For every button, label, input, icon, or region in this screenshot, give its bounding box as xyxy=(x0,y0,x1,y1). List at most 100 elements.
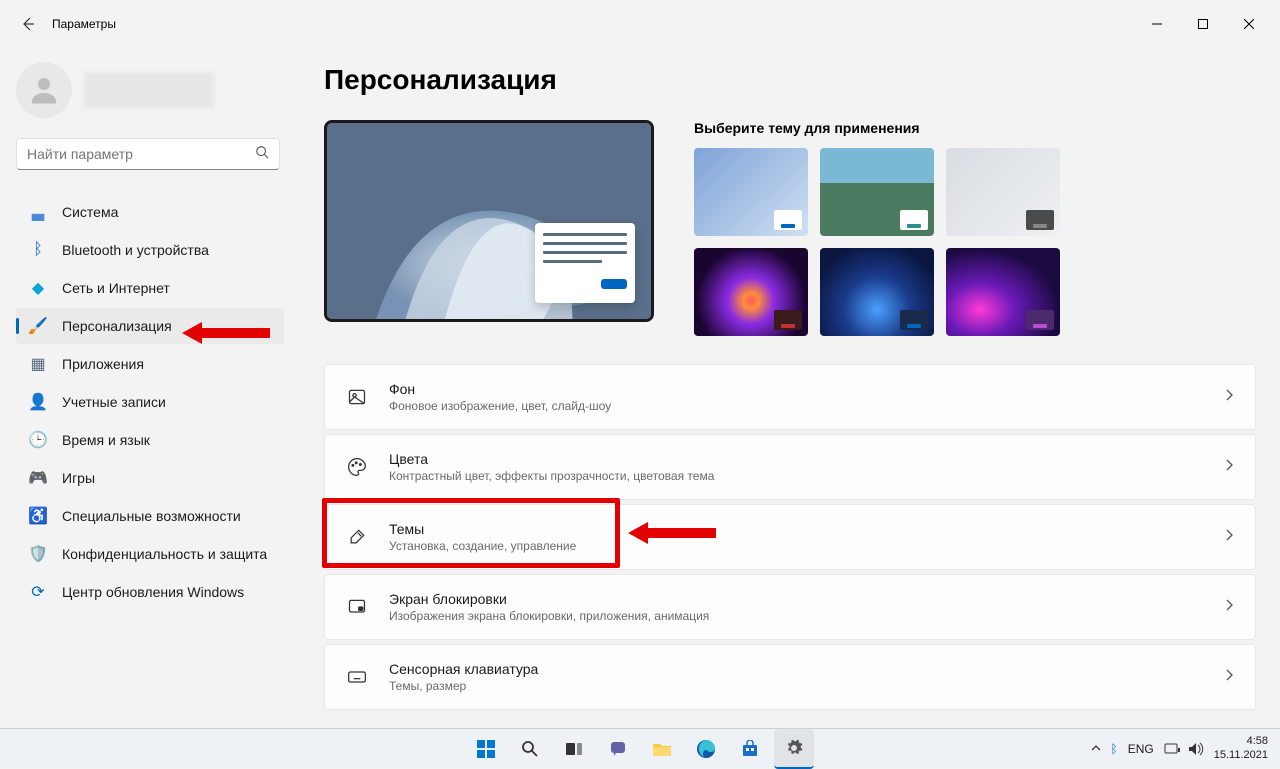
network-icon xyxy=(1164,742,1180,756)
setting-themes[interactable]: Темы Установка, создание, управление xyxy=(324,504,1256,570)
nav-label: Конфиденциальность и защита xyxy=(62,546,267,562)
nav-bluetooth[interactable]: ᛒ Bluetooth и устройства xyxy=(16,232,284,268)
taskbar-settings[interactable] xyxy=(774,729,814,769)
display-icon: ▃ xyxy=(28,202,48,222)
image-icon xyxy=(345,385,369,409)
desktop-preview[interactable] xyxy=(324,120,654,322)
keyboard-icon xyxy=(345,665,369,689)
paintbrush-icon: 🖌️ xyxy=(28,316,48,336)
window-title: Параметры xyxy=(52,17,116,31)
nav-network[interactable]: ◆ Сеть и Интернет xyxy=(16,270,284,306)
nav-label: Сеть и Интернет xyxy=(62,280,170,296)
chevron-right-icon xyxy=(1223,458,1235,476)
palette-icon xyxy=(345,455,369,479)
setting-background[interactable]: Фон Фоновое изображение, цвет, слайд-шоу xyxy=(324,364,1256,430)
nav-label: Время и язык xyxy=(62,432,150,448)
page-title: Персонализация xyxy=(324,64,1256,96)
taskbar-explorer[interactable] xyxy=(642,729,682,769)
start-button[interactable] xyxy=(466,729,506,769)
main-content: Персонализация Выберите тему для примене… xyxy=(300,48,1280,728)
theme-thumb-2[interactable] xyxy=(820,148,934,236)
nav-personalization[interactable]: 🖌️ Персонализация xyxy=(16,308,284,344)
back-button[interactable] xyxy=(8,4,48,44)
nav-system[interactable]: ▃ Система xyxy=(16,194,284,230)
close-button[interactable] xyxy=(1226,8,1272,40)
setting-title: Цвета xyxy=(389,451,1223,467)
person-icon: 👤 xyxy=(28,392,48,412)
nav-label: Специальные возможности xyxy=(62,508,241,524)
setting-sub: Фоновое изображение, цвет, слайд-шоу xyxy=(389,399,1223,413)
nav-label: Приложения xyxy=(62,356,144,372)
theme-thumb-5[interactable] xyxy=(820,248,934,336)
clock-globe-icon: 🕒 xyxy=(28,430,48,450)
preview-window xyxy=(535,223,635,303)
volume-icon xyxy=(1188,742,1204,756)
setting-sub: Изображения экрана блокировки, приложени… xyxy=(389,609,1223,623)
search-input[interactable] xyxy=(27,146,255,162)
nav-list: ▃ Система ᛒ Bluetooth и устройства ◆ Сеть и… xyxy=(16,194,300,610)
tray-overflow[interactable] xyxy=(1091,742,1101,756)
nav-time-language[interactable]: 🕒 Время и язык xyxy=(16,422,284,458)
maximize-button[interactable] xyxy=(1180,8,1226,40)
theme-thumb-1[interactable] xyxy=(694,148,808,236)
nav-label: Игры xyxy=(62,470,95,486)
taskbar-taskview[interactable] xyxy=(554,729,594,769)
wifi-icon: ◆ xyxy=(28,278,48,298)
nav-label: Bluetooth и устройства xyxy=(62,242,209,258)
theme-grid xyxy=(694,148,1060,336)
setting-sub: Установка, создание, управление xyxy=(389,539,1223,553)
tray-language[interactable]: ENG xyxy=(1128,742,1154,756)
setting-sub: Контрастный цвет, эффекты прозрачности, … xyxy=(389,469,1223,483)
nav-windows-update[interactable]: ⟳ Центр обновления Windows xyxy=(16,574,284,610)
accessibility-icon: ♿ xyxy=(28,506,48,526)
setting-title: Темы xyxy=(389,521,1223,537)
nav-accounts[interactable]: 👤 Учетные записи xyxy=(16,384,284,420)
nav-privacy[interactable]: 🛡️ Конфиденциальность и защита xyxy=(16,536,284,572)
chevron-right-icon xyxy=(1223,388,1235,406)
theme-thumb-4[interactable] xyxy=(694,248,808,336)
setting-title: Фон xyxy=(389,381,1223,397)
nav-label: Система xyxy=(62,204,118,220)
lockscreen-icon xyxy=(345,595,369,619)
setting-title: Сенсорная клавиатура xyxy=(389,661,1223,677)
update-icon: ⟳ xyxy=(28,582,48,602)
chevron-right-icon xyxy=(1223,528,1235,546)
taskbar-center xyxy=(466,729,814,769)
search-box[interactable] xyxy=(16,138,280,170)
person-icon xyxy=(26,72,62,108)
taskbar-edge[interactable] xyxy=(686,729,726,769)
avatar xyxy=(16,62,72,118)
setting-title: Экран блокировки xyxy=(389,591,1223,607)
taskbar-chat[interactable] xyxy=(598,729,638,769)
nav-label: Центр обновления Windows xyxy=(62,584,244,600)
gamepad-icon: 🎮 xyxy=(28,468,48,488)
brush-icon xyxy=(345,525,369,549)
chevron-right-icon xyxy=(1223,598,1235,616)
nav-gaming[interactable]: 🎮 Игры xyxy=(16,460,284,496)
setting-touch-keyboard[interactable]: Сенсорная клавиатураТемы, размер xyxy=(324,644,1256,710)
arrow-left-icon xyxy=(20,16,36,32)
taskbar-store[interactable] xyxy=(730,729,770,769)
user-info-redacted xyxy=(84,72,214,108)
taskbar-search[interactable] xyxy=(510,729,550,769)
setting-colors[interactable]: Цвета Контрастный цвет, эффекты прозрачно… xyxy=(324,434,1256,500)
nav-label: Персонализация xyxy=(62,318,172,334)
theme-thumb-6[interactable] xyxy=(946,248,1060,336)
tray-date: 15.11.2021 xyxy=(1214,749,1268,762)
user-account-block[interactable] xyxy=(16,62,300,118)
nav-accessibility[interactable]: ♿ Специальные возможности xyxy=(16,498,284,534)
tray-clock[interactable]: 4:58 15.11.2021 xyxy=(1214,735,1268,761)
nav-label: Учетные записи xyxy=(62,394,166,410)
tray-network-volume[interactable] xyxy=(1164,742,1204,756)
titlebar: Параметры xyxy=(0,0,1280,48)
settings-list: ФонФоновое изображение, цвет, слайд-шоу … xyxy=(324,364,1256,710)
theme-thumb-3[interactable] xyxy=(946,148,1060,236)
search-icon xyxy=(255,145,269,164)
shield-icon: 🛡️ xyxy=(28,544,48,564)
grid-icon: ▦ xyxy=(28,354,48,374)
setting-lockscreen[interactable]: Экран блокировки Изображения экрана блоки… xyxy=(324,574,1256,640)
minimize-button[interactable] xyxy=(1134,8,1180,40)
tray-bluetooth-icon[interactable]: ᛒ xyxy=(1111,742,1118,756)
nav-apps[interactable]: ▦ Приложения xyxy=(16,346,284,382)
bluetooth-icon: ᛒ xyxy=(28,240,48,260)
